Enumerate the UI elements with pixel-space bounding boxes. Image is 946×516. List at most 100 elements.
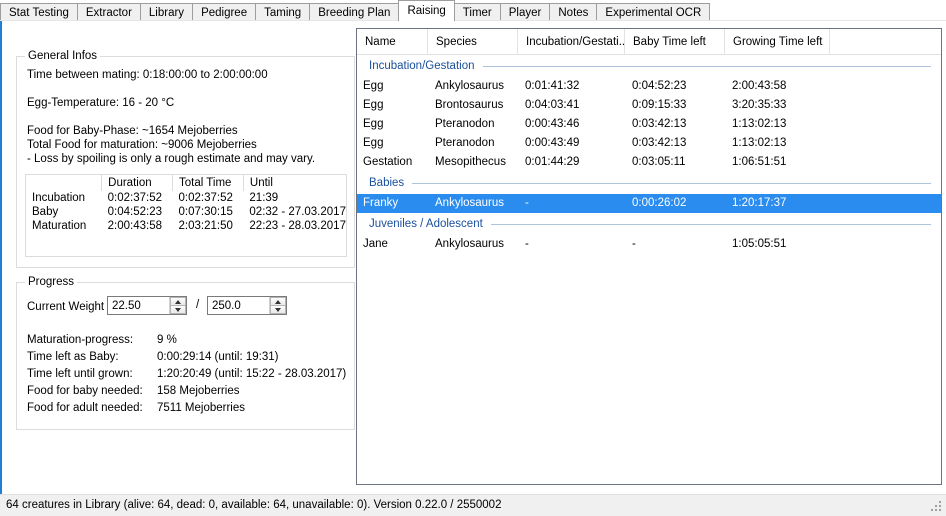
list-row[interactable]: Gestation Mesopithecus 0:01:44:29 0:03:05:1… — [357, 153, 941, 172]
column-header-blank[interactable] — [829, 29, 941, 55]
duration-cell-duration: 0:02:37:52 — [107, 192, 163, 204]
tab-breeding-plan[interactable]: Breeding Plan — [309, 3, 400, 21]
progress-value-1: 0:00:29:14 (until: 19:31) — [157, 351, 279, 363]
list-cell-growing: 2:00:43:58 — [732, 80, 787, 92]
egg-temperature-text: Egg-Temperature: 16 - 20 °C — [27, 97, 175, 109]
max-weight-increment-button[interactable] — [270, 297, 286, 306]
list-group-header[interactable]: Juveniles / Adolescent — [357, 213, 941, 235]
column-header-baby-time-left[interactable]: Baby Time left — [624, 29, 724, 55]
list-group-name: Babies — [369, 177, 405, 189]
progress-value-2: 1:20:20:49 (until: 15:22 - 28.03.2017) — [157, 368, 347, 380]
list-group-name: Incubation/Gestation — [369, 60, 475, 72]
duration-cell-stage: Baby — [32, 206, 59, 218]
list-cell-incubation: 0:01:41:32 — [525, 80, 580, 92]
current-weight-label: Current Weight — [27, 301, 105, 313]
progress-value-3: 158 Mejoberries — [157, 385, 240, 397]
tab-bar: Stat Testing Extractor Library Pedigree Tami… — [0, 0, 946, 21]
list-cell-name: Egg — [363, 80, 384, 92]
current-weight-input[interactable]: 22.50 — [107, 296, 187, 315]
duration-cell-stage: Maturation — [32, 220, 87, 232]
list-view-body: Incubation/Gestation Egg Ankylosaurus 0:01:… — [357, 55, 941, 254]
list-cell-incubation: 0:00:43:46 — [525, 118, 580, 130]
duration-cell-until: 21:39 — [249, 192, 279, 204]
tab-library[interactable]: Library — [139, 3, 194, 21]
list-cell-baby: 0:00:26:02 — [632, 197, 687, 209]
duration-cell-until: 02:32 - 27.03.2017 — [249, 206, 346, 218]
progress-label-1: Time left as Baby: — [27, 351, 119, 363]
current-weight-spinner[interactable] — [169, 297, 186, 314]
list-group-name: Juveniles / Adolescent — [369, 218, 483, 230]
progress-label-3: Food for baby needed: — [27, 385, 143, 397]
current-weight-increment-button[interactable] — [170, 297, 186, 306]
current-weight-decrement-button[interactable] — [170, 306, 186, 314]
progress-value-4: 7511 Mejoberries — [157, 402, 246, 414]
raising-list-view[interactable]: Name Species Incubation/Gestati... Baby Tim… — [356, 28, 942, 485]
list-cell-incubation: - — [525, 197, 529, 209]
resize-grip-icon[interactable] — [930, 500, 943, 513]
list-row[interactable]: Jane Ankylosaurus - - 1:05:05:51 — [357, 235, 941, 254]
list-cell-growing: 1:13:02:13 — [732, 118, 787, 130]
list-cell-incubation: 0:00:43:49 — [525, 137, 580, 149]
list-cell-name: Jane — [363, 238, 388, 250]
duration-table-row: Incubation 0:02:37:52 0:02:37:52 21:39 — [26, 191, 346, 205]
food-baby-phase-text: Food for Baby-Phase: ~1654 Mejoberries — [27, 125, 238, 137]
list-cell-species: Ankylosaurus — [435, 238, 505, 250]
list-cell-growing: 1:06:51:51 — [732, 156, 787, 168]
list-cell-incubation: 0:01:44:29 — [525, 156, 580, 168]
progress-value-0: 9 % — [157, 334, 177, 346]
food-total-maturation-text: Total Food for maturation: ~9006 Mejober… — [27, 139, 257, 151]
tab-timer[interactable]: Timer — [453, 3, 501, 21]
duration-cell-stage: Incubation — [32, 192, 86, 204]
duration-cell-until: 22:23 - 28.03.2017 — [249, 220, 346, 232]
list-row[interactable]: Egg Ankylosaurus 0:01:41:32 0:04:52:23 2:00:… — [357, 77, 941, 96]
general-infos-title: General Infos — [25, 50, 101, 62]
max-weight-input[interactable]: 250.0 — [207, 296, 287, 315]
duration-table-row: Baby 0:04:52:23 0:07:30:15 02:32 - 27.03.20… — [26, 205, 346, 219]
tab-experimental-ocr[interactable]: Experimental OCR — [596, 3, 711, 21]
list-group-rule — [412, 182, 931, 184]
tab-extractor[interactable]: Extractor — [76, 3, 141, 21]
list-row[interactable]: Franky Ankylosaurus - 0:00:26:02 1:20:17:37 — [357, 194, 941, 213]
duration-table-header-0 — [26, 175, 102, 191]
tab-pedigree[interactable]: Pedigree — [192, 3, 257, 21]
list-cell-growing: 1:20:17:37 — [732, 197, 787, 209]
tab-stat-testing[interactable]: Stat Testing — [0, 3, 78, 21]
progress-title: Progress — [25, 276, 78, 288]
list-cell-incubation: - — [525, 238, 529, 250]
list-cell-name: Gestation — [363, 156, 413, 168]
list-cell-species: Pteranodon — [435, 118, 495, 130]
column-header-name[interactable]: Name — [357, 29, 427, 55]
list-row[interactable]: Egg Pteranodon 0:00:43:46 0:03:42:13 1:13:02… — [357, 115, 941, 134]
tab-player[interactable]: Player — [499, 3, 551, 21]
current-weight-value[interactable]: 22.50 — [108, 297, 169, 314]
list-row[interactable]: Egg Pteranodon 0:00:43:49 0:03:42:13 1:13:02… — [357, 134, 941, 153]
column-header-incubation-gestati[interactable]: Incubation/Gestati... — [517, 29, 624, 55]
application-window: Stat Testing Extractor Library Pedigree Tami… — [0, 0, 946, 516]
max-weight-spinner[interactable] — [269, 297, 286, 314]
list-group-header[interactable]: Babies — [357, 172, 941, 194]
duration-cell-duration: 2:00:43:58 — [107, 220, 163, 232]
status-bar-text: 64 creatures in Library (alive: 64, dead… — [6, 499, 502, 511]
tab-notes[interactable]: Notes — [549, 3, 598, 21]
progress-label-4: Food for adult needed: — [27, 402, 143, 414]
list-cell-species: Ankylosaurus — [435, 197, 505, 209]
duration-cell-total: 2:03:21:50 — [178, 220, 233, 232]
list-row[interactable]: Egg Brontosaurus 0:04:03:41 0:09:15:33 3:20:… — [357, 96, 941, 115]
list-cell-name: Franky — [363, 197, 399, 209]
tab-taming[interactable]: Taming — [255, 3, 311, 21]
list-group-header[interactable]: Incubation/Gestation — [357, 55, 941, 77]
tab-raising[interactable]: Raising — [398, 0, 455, 21]
duration-cell-total: 0:02:37:52 — [178, 192, 233, 204]
general-infos-group: General Infos Time between mating: 0:18:… — [16, 50, 355, 268]
column-header-species[interactable]: Species — [427, 29, 517, 55]
max-weight-decrement-button[interactable] — [270, 306, 286, 314]
progress-label-2: Time left until grown: — [27, 368, 133, 380]
list-cell-species: Pteranodon — [435, 137, 495, 149]
list-cell-growing: 1:05:05:51 — [732, 238, 787, 250]
max-weight-value[interactable]: 250.0 — [208, 297, 269, 314]
list-group-rule — [482, 65, 931, 67]
column-header-growing-time-left[interactable]: Growing Time left — [724, 29, 829, 55]
duration-table: Duration Total Time Until Incubation 0:02:3… — [25, 174, 347, 257]
list-cell-baby: 0:09:15:33 — [632, 99, 687, 111]
list-cell-growing: 1:13:02:13 — [732, 137, 787, 149]
